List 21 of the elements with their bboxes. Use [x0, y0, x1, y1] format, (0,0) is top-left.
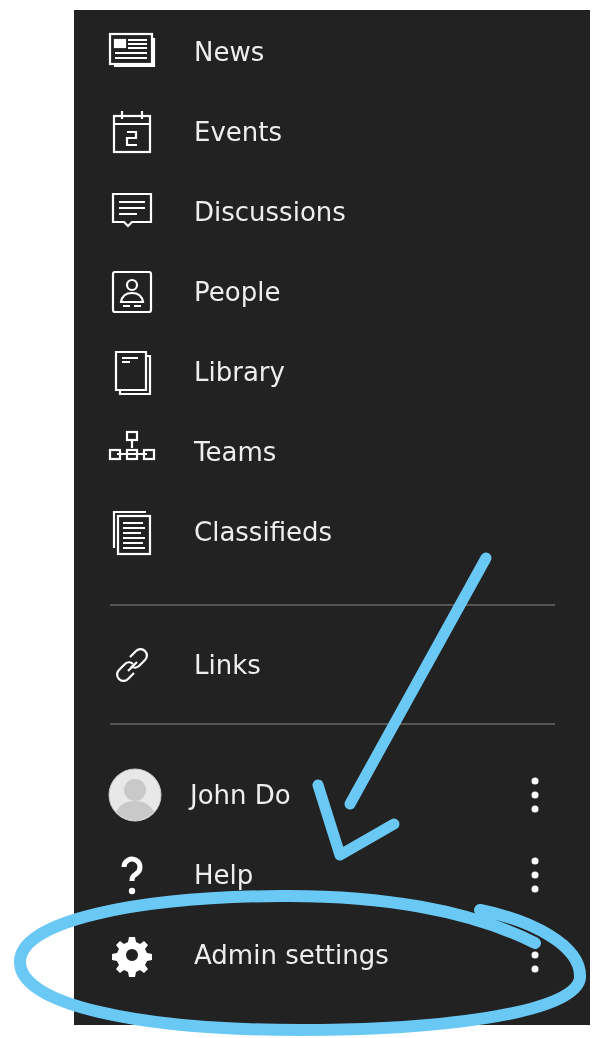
more-options-icon[interactable] [530, 855, 540, 895]
menu-item[interactable]: Help [194, 860, 530, 890]
calendar-icon [112, 109, 152, 154]
menu-item[interactable]: News [194, 37, 590, 67]
menu-item[interactable]: Teams [194, 437, 590, 467]
org-chart-icon [108, 430, 156, 461]
menu-item[interactable]: Links [194, 650, 590, 680]
avatar-icon [108, 768, 162, 822]
menu-item[interactable]: Discussions [194, 197, 590, 227]
menu-item[interactable]: Library [194, 357, 590, 387]
menu-item[interactable]: John Do [190, 780, 530, 810]
book-icon [114, 350, 152, 396]
menu-item[interactable]: Admin settings [194, 940, 530, 970]
more-options-icon[interactable] [530, 775, 540, 815]
newspaper-icon [108, 32, 156, 68]
chat-bubble-icon [111, 192, 153, 228]
menu-item[interactable]: People [194, 277, 590, 307]
document-stack-icon [112, 510, 152, 556]
menu-item[interactable]: Classifieds [194, 517, 590, 547]
contact-card-icon [111, 270, 153, 314]
menu-item[interactable]: Events [194, 117, 590, 147]
